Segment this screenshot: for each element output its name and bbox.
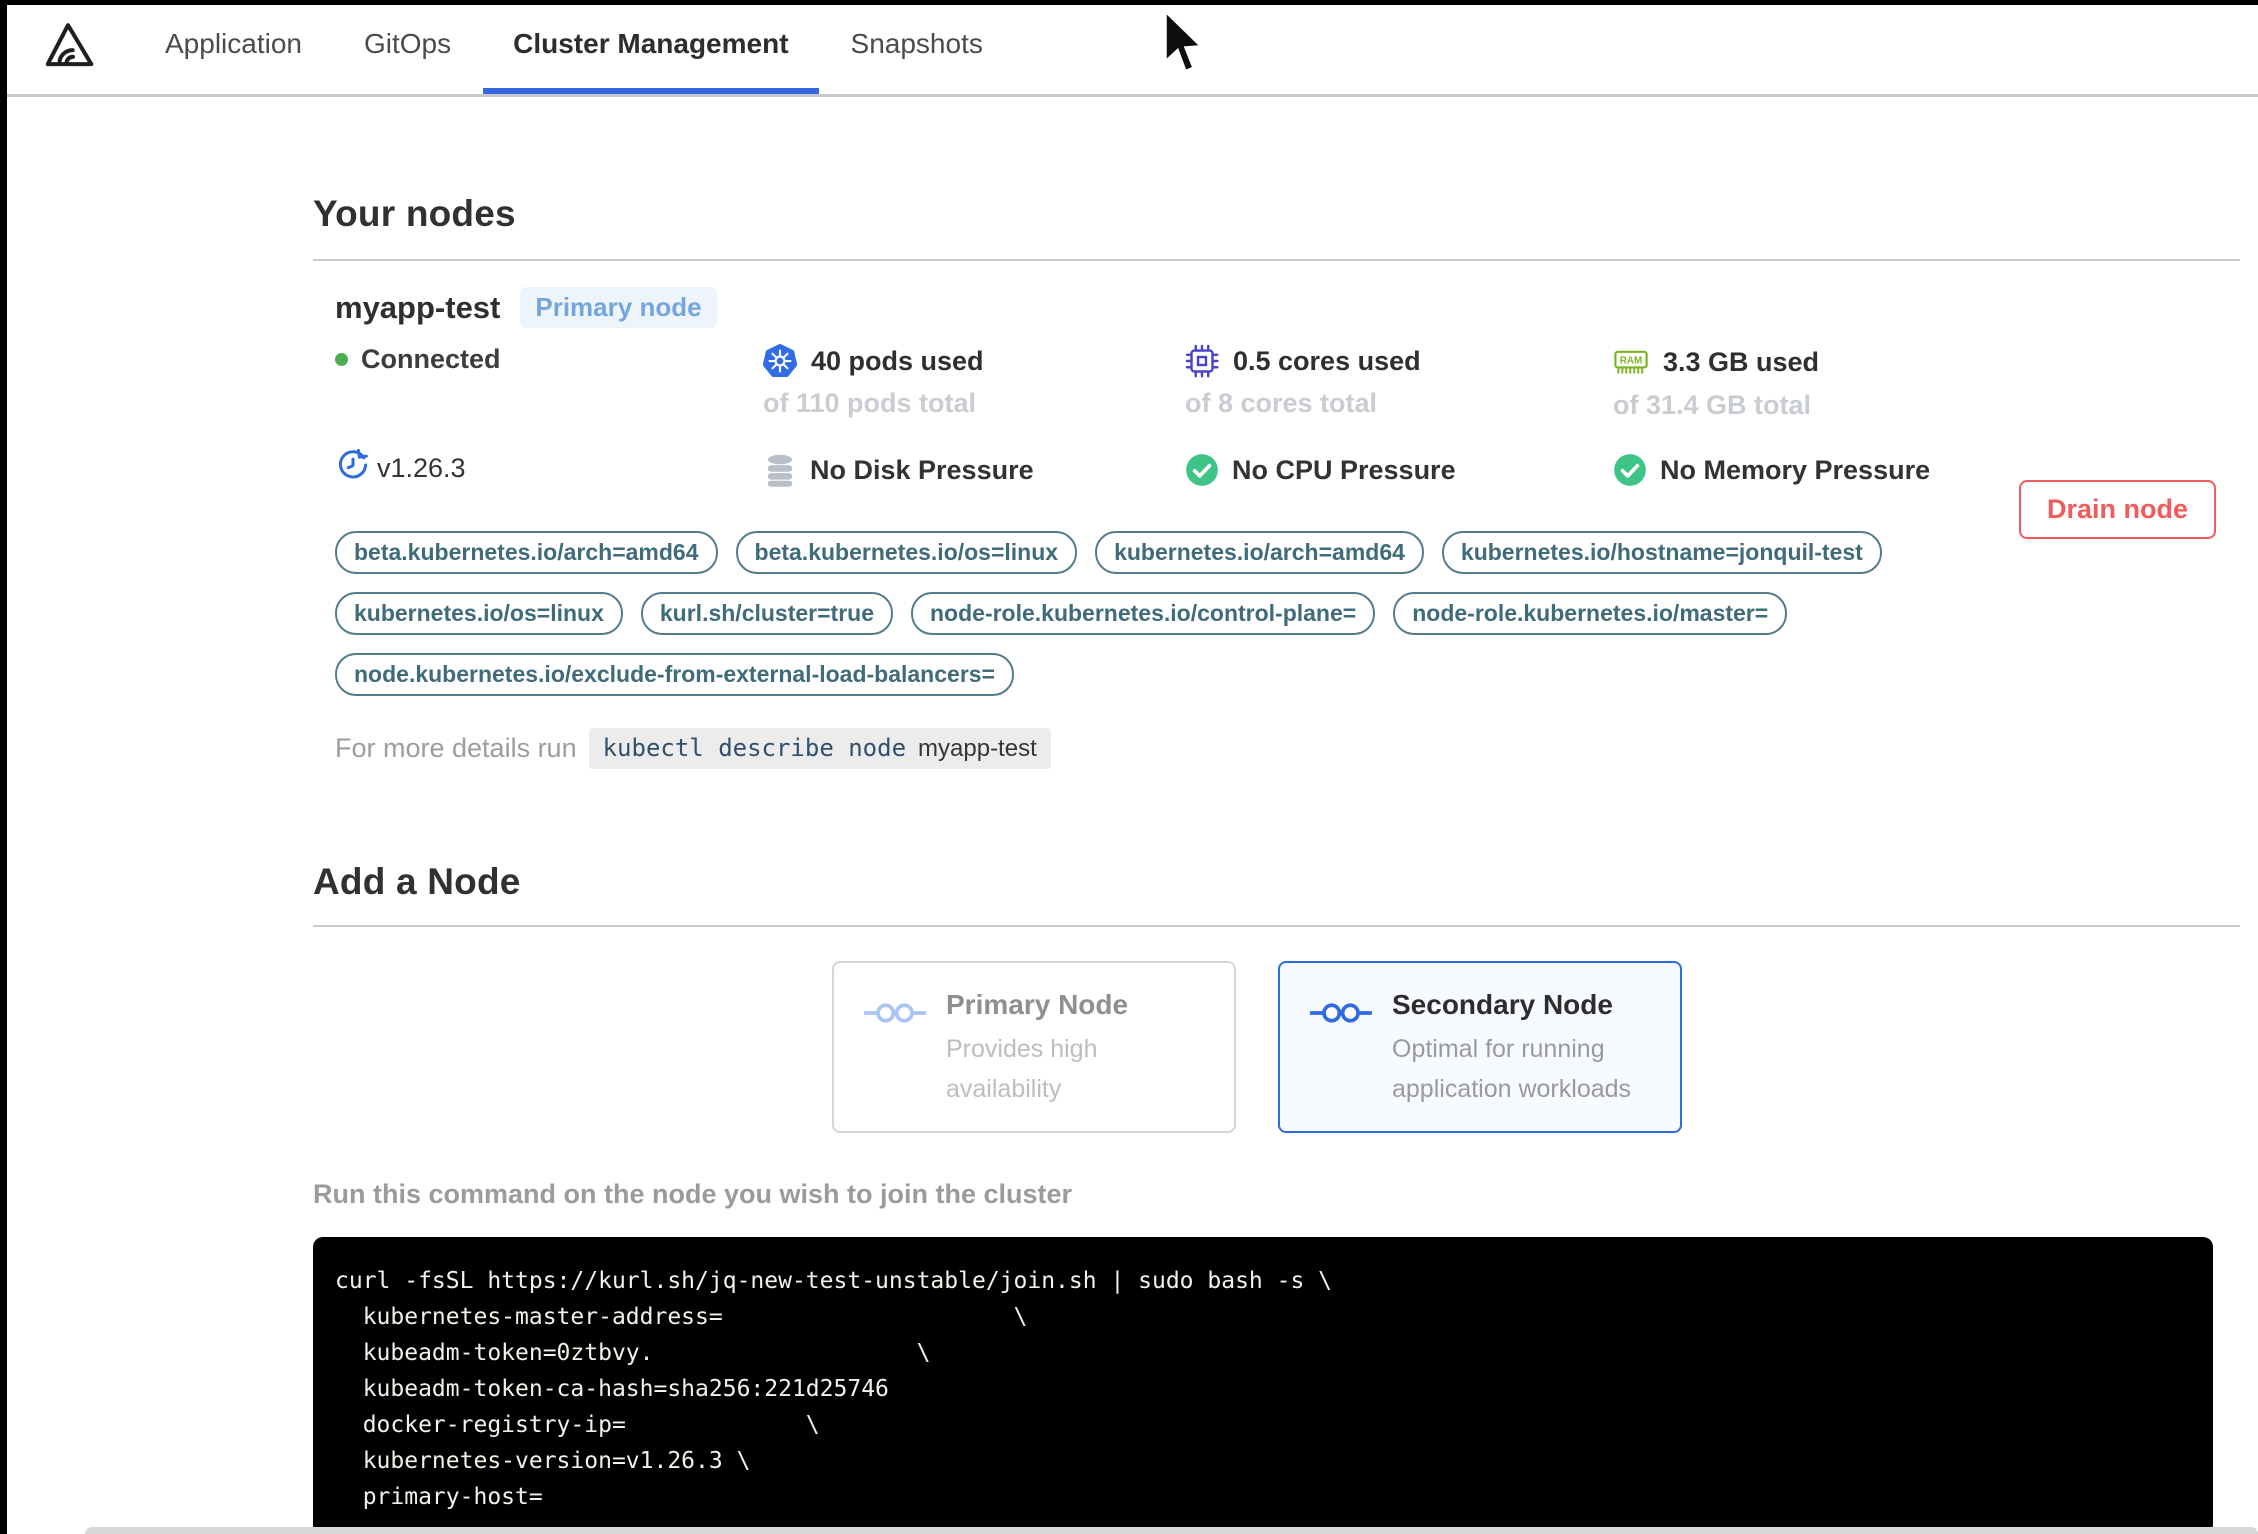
node-label-pill: kubernetes.io/hostname=jonquil-test [1441,531,1882,574]
memory-total: of 31.4 GB total [1613,390,1812,420]
nav-tabs: Application GitOps Cluster Management Sn… [135,0,1015,94]
node-label-pill: beta.kubernetes.io/arch=amd64 [335,531,718,574]
join-command-instruction: Run this command on the node you wish to… [313,1179,1073,1209]
node-label-pill: kurl.sh/cluster=true [640,592,893,635]
bottom-panel-edge [85,1527,2258,1534]
secondary-node-option-description: Optimal for running application workload… [1392,1035,1632,1103]
check-icon [1186,454,1218,486]
node-label-pill: kubernetes.io/arch=amd64 [1095,531,1424,574]
add-a-node-title: Add a Node [313,861,521,902]
kubectl-command-chip: kubectl describe node myapp-test [588,728,1051,769]
replicated-logo-icon [45,23,93,67]
tab-snapshots[interactable]: Snapshots [821,0,1013,94]
disk-icon [767,454,793,487]
node-card: myapp-test Primary node Connected 40 pod… [313,261,2240,769]
cores-total: of 8 cores total [1185,388,1378,418]
terminal-line: curl -fsSL https://kurl.sh/jq-new-test-u… [335,1268,1332,1294]
node-type-options: Primary Node Provides high availability … [313,961,2240,1133]
node-conditions-row: v1.26.3 No Disk Pressure No CPU Pressure… [335,448,2240,487]
tab-application[interactable]: Application [135,0,332,94]
ram-icon: RAM [1614,350,1648,374]
node-status: Connected [335,344,763,375]
node-link-icon [1310,1003,1372,1023]
primary-node-option[interactable]: Primary Node Provides high availability [832,961,1236,1133]
node-stats-row: Connected 40 pods used of 110 pods total… [335,344,2240,421]
screenshot-left-edge [0,0,7,1534]
secondary-node-option[interactable]: Secondary Node Optimal for running appli… [1278,961,1682,1133]
primary-node-option-description: Provides high availability [946,1035,1098,1103]
node-label-pill: node-role.kubernetes.io/control-plane= [911,592,1376,635]
pods-stat: 40 pods used [763,344,1185,378]
node-labels: beta.kubernetes.io/arch=amd64 beta.kuber… [335,531,2240,696]
app-logo[interactable] [0,0,135,94]
primary-node-badge: Primary node [520,287,717,328]
node-label-pill: node.kubernetes.io/exclude-from-external… [335,653,1014,696]
details-hint-text: For more details run [335,733,577,763]
version-history-icon [338,448,368,478]
status-dot-icon [335,353,348,366]
terminal-line: kubernetes-version=v1.26.3 \ [335,1448,751,1474]
node-version: v1.26.3 [335,448,763,484]
node-label-pill: node-role.kubernetes.io/master= [1393,592,1788,635]
terminal-line: kubeadm-token=0ztbvy. \ [335,1340,931,1366]
add-a-node-divider [313,925,2240,927]
join-command-terminal: curl -fsSL https://kurl.sh/jq-new-test-u… [313,1237,2213,1534]
node-details-hint: For more details run kubectl describe no… [335,728,2240,769]
terminal-line: kubernetes-master-address= \ [335,1304,1028,1330]
node-label-pill: beta.kubernetes.io/os=linux [735,531,1078,574]
secondary-node-option-title: Secondary Node [1392,989,1613,1020]
pods-used-value: 40 pods used [811,345,984,376]
memory-pressure-label: No Memory Pressure [1660,454,1931,485]
disk-pressure: No Disk Pressure [763,453,1185,487]
node-version-label: v1.26.3 [377,453,466,483]
node-status-label: Connected [361,344,501,374]
disk-pressure-label: No Disk Pressure [810,454,1034,485]
drain-node-button[interactable]: Drain node [2018,480,2216,539]
terminal-line: primary-host= [335,1484,543,1510]
check-icon [1614,454,1646,486]
cpu-icon [1185,344,1219,378]
kubectl-command-node-name: myapp-test [918,735,1037,762]
svg-text:RAM: RAM [1620,355,1642,366]
tab-gitops[interactable]: GitOps [334,0,481,94]
cores-used-value: 0.5 cores used [1233,345,1421,376]
top-navigation-bar: Application GitOps Cluster Management Sn… [0,0,2258,97]
memory-used-value: 3.3 GB used [1663,346,1820,377]
tab-cluster-management[interactable]: Cluster Management [483,0,819,94]
kubernetes-icon [763,344,797,378]
cpu-pressure-label: No CPU Pressure [1232,454,1456,485]
cores-stat: 0.5 cores used [1185,344,1613,378]
node-label-pill: kubernetes.io/os=linux [335,592,623,635]
node-name: myapp-test [335,289,501,325]
kubectl-command-text: kubectl describe node [602,734,907,762]
primary-node-option-title: Primary Node [946,989,1129,1020]
mouse-cursor-icon [1163,8,1206,74]
terminal-line: docker-registry-ip= \ [335,1412,820,1438]
cpu-pressure: No CPU Pressure [1185,453,1613,487]
your-nodes-title: Your nodes [313,193,516,234]
memory-stat: RAM 3.3 GB used [1613,344,2240,380]
main-content: Your nodes myapp-test Primary node Conne… [313,193,2240,1534]
node-link-icon [864,1003,926,1023]
screenshot-top-edge [0,0,2258,5]
terminal-line: kubeadm-token-ca-hash=sha256:221d25746 [335,1376,889,1402]
pods-total: of 110 pods total [763,388,977,418]
